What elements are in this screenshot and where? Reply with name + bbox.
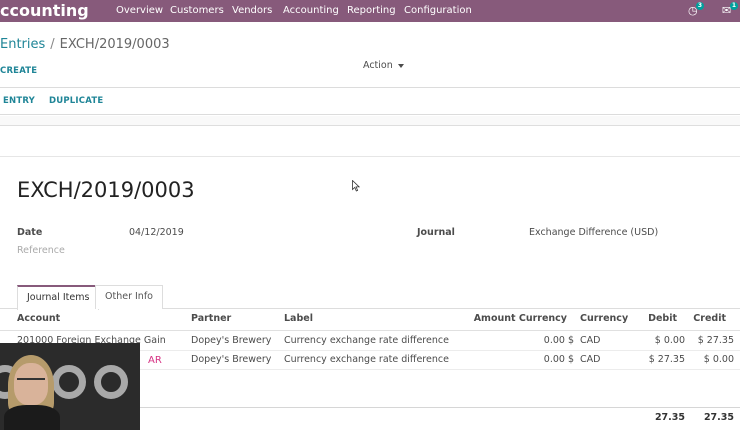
logo-ring-decoration [52,365,86,399]
action-dropdown[interactable]: Action [363,60,404,72]
col-header-partner[interactable]: Partner [191,313,231,325]
total-debit: 27.35 [654,412,685,423]
webcam-overlay [0,343,140,430]
entry-button[interactable]: ENTRY [3,95,35,107]
date-value[interactable]: 04/12/2019 [129,227,184,239]
breadcrumb-separator: / [50,37,55,52]
menu-vendors[interactable]: Vendors [232,0,272,21]
menu-accounting[interactable]: Accounting [283,0,339,21]
messages-chat-icon[interactable]: ✉ 1 [722,2,738,17]
date-label: Date [17,227,43,238]
col-header-debit[interactable]: Debit [648,313,677,325]
sheet-top-spacer [0,127,740,157]
breadcrumb-entries-link[interactable]: Entries [0,37,45,52]
cell-amount-currency: 0.00 $ [543,335,574,346]
form-statusbar: ENTRY DUPLICATE [0,89,740,115]
col-header-amount-currency[interactable]: Amount Currency [474,313,567,325]
menu-customers[interactable]: Customers [170,0,224,21]
journal-value[interactable]: Exchange Difference (USD) [529,227,658,239]
cell-credit: $ 0.00 [703,354,734,365]
notebook-tabs: Journal Items Other Info [0,285,740,310]
menu-overview[interactable]: Overview [116,0,163,21]
caret-down-icon [397,63,404,68]
control-panel: Entries / EXCH/2019/0003 CREATE Action [0,22,740,88]
total-credit: 27.35 [703,412,734,423]
tab-journal-items[interactable]: Journal Items [17,285,100,310]
action-dropdown-label: Action [363,60,393,71]
cell-label: Currency exchange rate difference [284,354,449,365]
col-header-label[interactable]: Label [284,313,313,325]
col-header-currency[interactable]: Currency [580,313,628,325]
entry-title: EXCH/2019/0003 [17,178,195,202]
app-title[interactable]: ccounting [0,0,89,22]
cell-credit: $ 27.35 [697,335,734,346]
tab-other-info[interactable]: Other Info [95,285,163,309]
cell-amount-currency: 0.00 $ [543,354,574,365]
menu-reporting[interactable]: Reporting [347,0,396,21]
cell-currency: CAD [580,354,601,365]
presenter-body [4,405,60,430]
cell-debit: $ 27.35 [648,354,685,365]
mouse-cursor-icon [352,180,360,192]
menu-configuration[interactable]: Configuration [404,0,472,21]
col-header-credit[interactable]: Credit [693,313,726,325]
cell-partner: Dopey's Brewery [191,335,272,346]
activity-count-badge: 3 [696,2,704,10]
duplicate-button[interactable]: DUPLICATE [49,95,103,107]
message-count-badge: 1 [730,2,738,10]
activity-clock-icon[interactable]: ◷ 3 [688,2,704,17]
cell-debit: $ 0.00 [654,335,685,346]
table-header-divider [0,330,740,331]
cell-currency: CAD [580,335,601,346]
journal-label: Journal [417,227,455,238]
form-background-band [0,116,740,126]
partial-account-text: AR [148,355,162,366]
col-header-account[interactable]: Account [17,313,60,325]
logo-ring-decoration [94,365,128,399]
reference-label: Reference [17,245,65,256]
cell-partner: Dopey's Brewery [191,354,272,365]
breadcrumb: Entries / EXCH/2019/0003 [0,37,170,53]
presenter-glasses [17,378,45,386]
cell-label: Currency exchange rate difference [284,335,449,346]
create-button[interactable]: CREATE [0,65,37,77]
top-navbar: ccounting Overview Customers Vendors Acc… [0,0,740,22]
breadcrumb-current: EXCH/2019/0003 [59,37,170,52]
